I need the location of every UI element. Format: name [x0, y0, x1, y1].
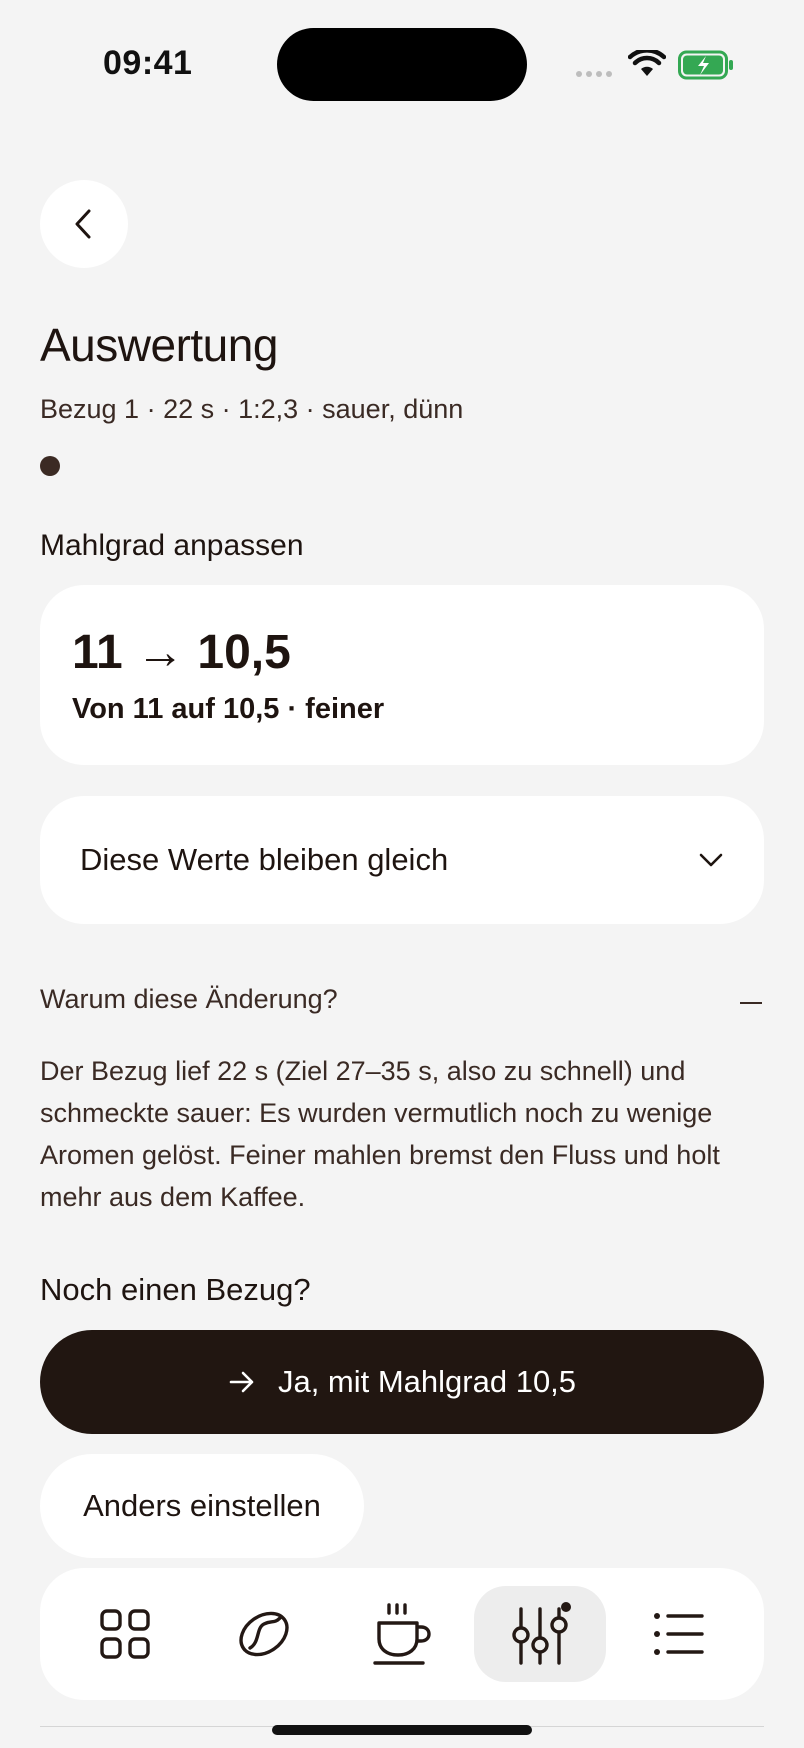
- list-icon: [653, 1613, 704, 1655]
- page-title: Auswertung: [40, 319, 278, 371]
- coffee-cup-icon: [373, 1603, 431, 1665]
- back-button[interactable]: [40, 180, 128, 268]
- grind-change-value: 11 → 10,5: [72, 626, 291, 679]
- grind-section-label: Mahlgrad anpassen: [40, 529, 304, 562]
- unchanged-values-label: Diese Werte bleiben gleich: [80, 842, 449, 877]
- chevron-down-icon: [699, 853, 723, 867]
- coffee-bean-icon: [238, 1611, 289, 1657]
- nav-item-brew[interactable]: [336, 1586, 468, 1682]
- dynamic-island: [277, 28, 527, 101]
- chevron-left-icon: [75, 209, 91, 239]
- bottom-navigation: [40, 1568, 764, 1700]
- battery-charging-icon: [678, 50, 734, 85]
- adjust-differently-label: Anders einstellen: [83, 1488, 321, 1523]
- adjust-differently-button[interactable]: Anders einstellen: [40, 1454, 364, 1558]
- sliders-icon: [512, 1602, 572, 1665]
- status-time: 09:41: [103, 44, 193, 82]
- home-indicator[interactable]: [272, 1725, 532, 1735]
- confirm-next-shot-label: Ja, mit Mahlgrad 10,5: [277, 1364, 577, 1399]
- next-shot-label: Noch einen Bezug?: [40, 1272, 311, 1307]
- confirm-next-shot-button[interactable]: Ja, mit Mahlgrad 10,5: [40, 1330, 764, 1434]
- unchanged-values-toggle[interactable]: Diese Werte bleiben gleich: [40, 796, 764, 924]
- nav-item-adjust[interactable]: [474, 1586, 607, 1682]
- grid-icon: [100, 1609, 150, 1659]
- shot-summary: Bezug 1 · 22 s · 1:2,3 · sauer, dünn: [40, 394, 464, 424]
- page-indicator-dot: [40, 456, 60, 476]
- arrow-right-icon: [229, 1371, 254, 1393]
- cellular-signal-icon: [576, 71, 612, 77]
- why-change-label[interactable]: Warum diese Änderung?: [40, 984, 338, 1015]
- nav-item-dashboard[interactable]: [59, 1586, 191, 1682]
- collapse-minus-icon[interactable]: [740, 1002, 762, 1004]
- nav-item-beans[interactable]: [198, 1586, 330, 1682]
- wifi-icon: [627, 48, 667, 83]
- nav-item-history[interactable]: [613, 1586, 745, 1682]
- grind-change-card: 11 → 10,5 Von 11 auf 10,5 · feiner: [40, 585, 764, 765]
- why-change-text: Der Bezug lief 22 s (Ziel 27–35 s, also …: [40, 1056, 720, 1212]
- grind-change-description: Von 11 auf 10,5 · feiner: [72, 693, 385, 725]
